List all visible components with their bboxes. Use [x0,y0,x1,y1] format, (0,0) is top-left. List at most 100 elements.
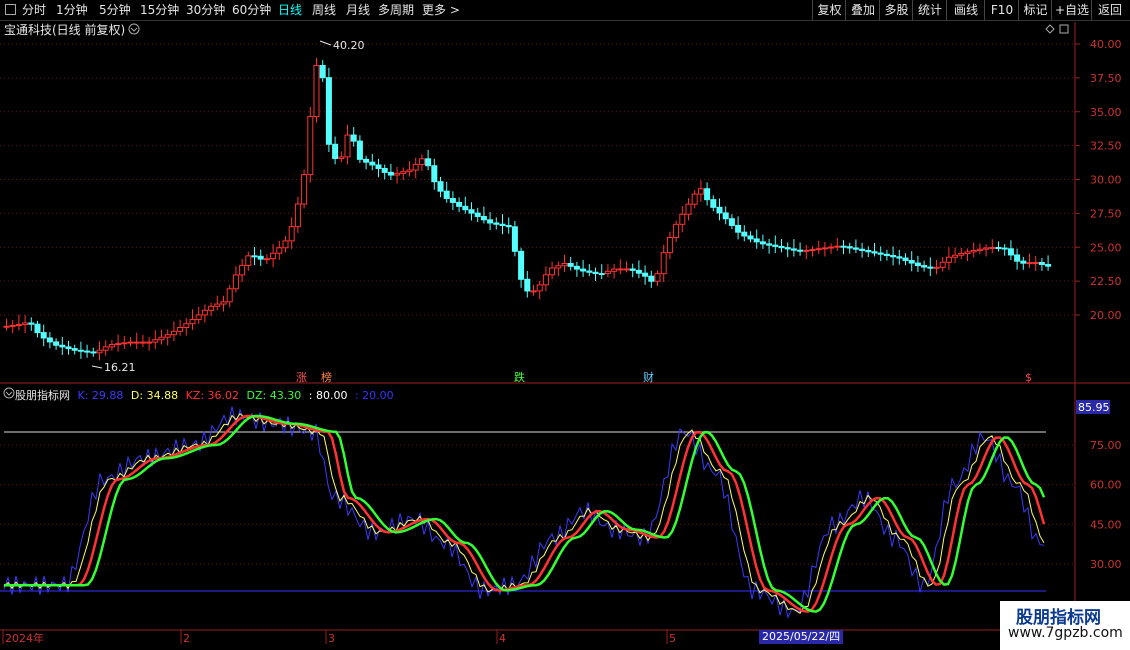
date-axis: 2024年 2 3 4 5 [2,630,676,645]
candle-body [524,278,531,292]
indicator-axis: 75.00 60.00 45.00 30.00 [1090,439,1122,571]
watermark-url: www.7gpzb.com [1008,625,1123,641]
candle-body [784,247,791,250]
candle-body [939,261,946,268]
candle-body [133,341,140,344]
candle-body [239,264,246,276]
price-grid [0,43,1075,592]
candle-body [65,346,72,350]
candle-body [338,156,345,159]
indicator-header: 股朋指标网 K: 29.88 D: 34.88 KZ: 36.02 DZ: 43… [4,387,398,403]
price-axis: 40.00 37.50 35.00 32.50 30.00 27.50 25.00 22.50… [1075,38,1122,322]
kline-chart[interactable]: 40.00 37.50 35.00 32.50 30.00 27.50 25.00 22.50… [0,0,1130,650]
price-tick-label: 20.00 [1090,309,1122,322]
candle-body [722,212,729,220]
marker-cai[interactable]: 财 [643,370,654,384]
candle-body [945,256,952,263]
candle-body [654,273,661,282]
indicator-lines [3,406,1046,619]
candle-body [778,245,785,249]
line80-value: : 80.00 [308,389,348,402]
candle-body [505,225,512,228]
candle-body [542,274,549,286]
candle-body [797,249,804,252]
candle-body [282,240,289,249]
candle-body [344,134,351,158]
candle-body [406,169,413,173]
candle-body [821,247,828,250]
candle-body [96,349,103,354]
title-dropdown-icon[interactable] [128,23,140,35]
candle-body [871,251,878,254]
candle-body [1026,262,1033,265]
candle-body [232,274,239,290]
candle-body [34,323,41,334]
indicator-tick-label: 45.00 [1090,518,1122,531]
candle-body [908,260,915,264]
candle-body [685,203,692,215]
candle-body [995,247,1002,250]
marker-dollar[interactable]: $ [1025,371,1032,384]
candle-body [468,209,475,214]
indicator-name[interactable]: 股朋指标网 [15,389,70,402]
window-toggle-icon[interactable] [1059,24,1069,34]
candle-body [3,325,10,328]
candle-body [257,255,264,260]
candle-body [896,256,903,259]
candle-body [59,344,66,348]
date-label: 4 [499,632,506,645]
candle-body [127,341,134,344]
indicator-tick-label: 60.00 [1090,479,1122,492]
candle-body [325,77,332,145]
candle-body [555,265,562,269]
candle-body [989,247,996,250]
candle-body [611,268,618,272]
candle-body [716,206,723,214]
indicator-tick-label: 75.00 [1090,439,1122,452]
candle-body [208,305,215,311]
d-line [3,412,1045,615]
candle-body [660,252,667,275]
candle-body [164,334,171,338]
date-label: 2024年 [5,631,44,645]
price-tick-label: 37.50 [1090,72,1122,85]
marker-zhang[interactable]: 涨 [296,371,307,384]
low-arrow [91,365,103,369]
candle-body [53,341,60,346]
candle-body [437,181,444,192]
candle-body [741,231,748,237]
candle-body [790,248,797,251]
candle-body [356,140,363,160]
candle-body [245,255,252,266]
diamond-icon[interactable] [1045,24,1055,34]
candle-body [549,267,556,276]
candle-body [251,255,258,258]
candle-body [1014,254,1021,262]
line20-value: : 20.00 [354,389,394,402]
candle-body [220,301,227,305]
candle-body [530,290,537,293]
candle-body [301,174,308,205]
price-tick-label: 22.50 [1090,275,1122,288]
low-price-label: 16.21 [104,361,136,374]
candle-body [511,226,518,252]
candle-body [846,246,853,249]
candle-body [648,275,655,282]
candle-body [952,254,959,258]
candle-body [673,223,680,239]
candle-body [592,271,599,275]
candle-body [710,199,717,208]
candle-body [431,165,438,183]
candle-body [499,223,506,227]
candle-body [146,341,153,344]
candle-body [772,244,779,247]
candle-body [604,270,611,275]
candle-body [462,205,469,211]
marker-die[interactable]: 跌 [514,370,525,384]
candle-body [102,346,109,351]
dz-value: DZ: 43.30 [246,389,302,402]
candle-body [629,268,636,271]
candle-body [598,273,605,276]
candle-body [958,253,965,256]
marker-bang[interactable]: 榜 [321,370,332,384]
